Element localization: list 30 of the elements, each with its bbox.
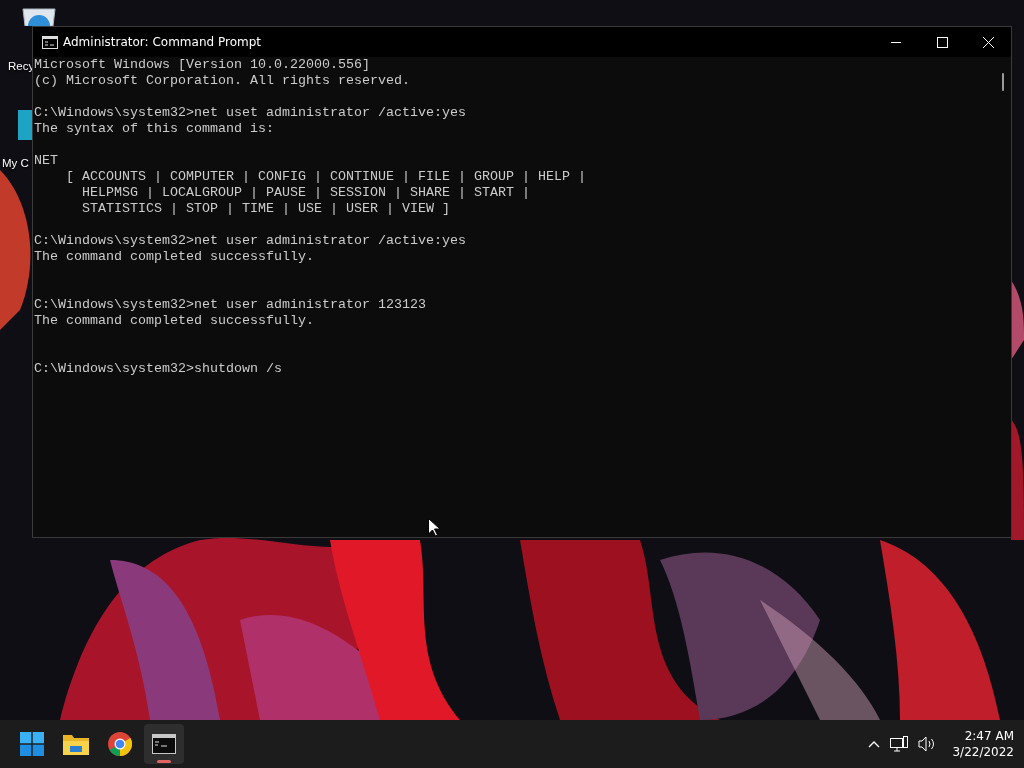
clock-time: 2:47 AM (964, 728, 1014, 744)
console-line: The syntax of this command is: (34, 121, 275, 137)
windows-logo-icon (20, 732, 44, 756)
console-line: C:\Windows\system32>net user administrator 123123 (34, 297, 427, 313)
browser-icon (108, 732, 132, 756)
network-icon[interactable] (890, 736, 909, 752)
console-line: Microsoft Windows [Version 10.0.22000.556] (34, 57, 371, 73)
icon-label: My C (2, 156, 29, 170)
console-line: C:\Windows\system32>shutdown /s (34, 361, 283, 377)
recycle-bin-icon[interactable] (20, 8, 58, 26)
window-title: Administrator: Command Prompt (63, 35, 262, 49)
console-line: The command completed successfully. (34, 313, 315, 329)
console-line: HELPMSG | LOCALGROUP | PAUSE | SESSION | SHARE | START | (81, 185, 531, 201)
clock-date: 3/22/2022 (952, 744, 1014, 760)
console-line: The command completed successfully. (34, 249, 315, 265)
console-line: NET (34, 153, 59, 169)
console-line: STATISTICS | STOP | TIME | USE | USER | VIEW ] (81, 201, 451, 217)
clock[interactable]: 2:47 AM 3/22/2022 (952, 728, 1014, 760)
terminal-icon (152, 734, 176, 754)
chevron-up-icon[interactable] (868, 740, 881, 748)
console-line: C:\Windows\system32>net uset administrator /active:yes (34, 105, 467, 121)
terminal-icon (42, 35, 58, 49)
console-line: (c) Microsoft Corporation. All rights reserved. (34, 73, 411, 89)
console-line: [ ACCOUNTS | COMPUTER | CONFIG | CONTINUE | FILE | GROUP | HELP | (65, 169, 587, 185)
maximize-icon (936, 36, 948, 48)
close-icon (982, 36, 994, 48)
taskbar-app[interactable] (144, 724, 184, 764)
console-line: C:\Windows\system32>net user administrator /active:yes (34, 233, 467, 249)
speaker-icon[interactable] (918, 736, 937, 752)
folder-icon (63, 733, 89, 755)
